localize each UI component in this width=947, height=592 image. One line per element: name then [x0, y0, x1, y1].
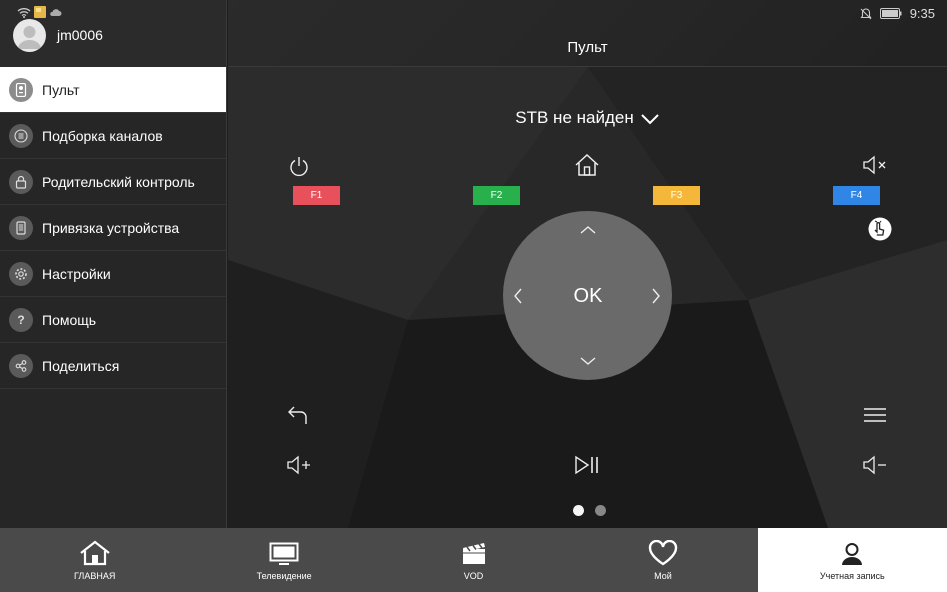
dpad: OK	[503, 211, 672, 380]
status-icons-left	[17, 6, 62, 18]
sidebar-item-label: Настройки	[42, 265, 111, 282]
tv-icon	[269, 542, 299, 565]
touch-mode-button[interactable]	[866, 216, 894, 242]
f4-button[interactable]: F4	[833, 186, 880, 205]
sidebar-item-parental-control[interactable]: Родительский контроль	[0, 159, 226, 205]
sidebar-item-settings[interactable]: Настройки	[0, 251, 226, 297]
bottom-navigation: ГЛАВНАЯ Телевидение VOD Мой Учетная запи…	[0, 528, 947, 592]
sidebar-item-label: Пульт	[42, 81, 80, 98]
share-icon	[9, 353, 33, 378]
chevron-left-icon	[514, 288, 522, 304]
account-icon	[842, 543, 863, 565]
list-icon	[9, 123, 33, 148]
tab-label: ГЛАВНАЯ	[74, 571, 116, 581]
dpad-up-button[interactable]	[575, 217, 601, 243]
help-icon: ?	[9, 307, 33, 332]
page-dot-2[interactable]	[595, 505, 606, 516]
home-icon	[575, 153, 599, 176]
device-selector[interactable]: STB не найден	[228, 108, 947, 128]
dpad-right-button[interactable]	[643, 283, 669, 309]
touch-gesture-icon	[868, 217, 892, 241]
back-button[interactable]	[286, 403, 312, 427]
tab-home[interactable]: ГЛАВНАЯ	[0, 528, 189, 592]
sidebar-item-label: Привязка устройства	[42, 219, 180, 236]
wifi-icon	[17, 7, 31, 18]
sidebar-item-label: Родительский контроль	[42, 173, 195, 190]
heart-icon	[648, 540, 678, 566]
tab-account[interactable]: Учетная запись	[757, 528, 947, 592]
ok-button[interactable]: OK	[553, 281, 623, 311]
chevron-down-icon	[641, 113, 659, 124]
remote-panel: Пульт 9:35 STB не найден F1 F2 F3 F4 OK	[228, 0, 947, 528]
gear-icon	[9, 261, 33, 286]
tab-label: Учетная запись	[819, 571, 885, 581]
f3-button[interactable]: F3	[653, 186, 700, 205]
home-button[interactable]	[573, 152, 601, 178]
clock: 9:35	[909, 6, 935, 21]
avatar[interactable]	[13, 19, 46, 52]
play-pause-icon	[575, 455, 598, 475]
svg-text:?: ?	[17, 313, 24, 327]
user-silhouette-icon	[18, 26, 41, 49]
sidebar-profile: jm0006	[0, 0, 226, 67]
mute-icon	[863, 155, 886, 175]
username: jm0006	[57, 27, 103, 43]
notifications-off-icon	[860, 7, 872, 19]
volume-up-button[interactable]	[285, 453, 313, 477]
notification-image-icon	[34, 6, 46, 18]
chevron-up-icon	[580, 226, 596, 234]
chevron-down-icon	[580, 357, 596, 365]
status-bar-right: 9:35	[860, 6, 935, 21]
header: Пульт	[228, 0, 947, 67]
sidebar-menu: Пульт Подборка каналов Родительский конт…	[0, 67, 226, 389]
mute-button[interactable]	[861, 153, 889, 177]
app-window: jm0006 Пульт Подборка каналов Родительск…	[0, 0, 947, 592]
clapperboard-icon	[462, 543, 485, 564]
sidebar-item-share[interactable]: Поделиться	[0, 343, 226, 389]
f1-button[interactable]: F1	[293, 186, 340, 205]
dpad-left-button[interactable]	[505, 283, 531, 309]
dpad-down-button[interactable]	[575, 348, 601, 374]
tab-label: Мой	[654, 571, 672, 581]
menu-button[interactable]	[862, 404, 888, 426]
power-button[interactable]	[286, 153, 312, 179]
play-pause-button[interactable]	[573, 453, 601, 477]
sidebar-item-channels[interactable]: Подборка каналов	[0, 113, 226, 159]
device-icon	[9, 215, 33, 240]
volume-down-icon	[863, 455, 886, 475]
home-icon	[80, 540, 110, 566]
device-selector-label: STB не найден	[515, 108, 634, 127]
sidebar-item-remote[interactable]: Пульт	[0, 67, 226, 113]
hamburger-menu-icon	[864, 408, 886, 422]
f2-button[interactable]: F2	[473, 186, 520, 205]
tab-vod[interactable]: VOD	[379, 528, 568, 592]
sidebar-item-device-binding[interactable]: Привязка устройства	[0, 205, 226, 251]
back-arrow-icon	[288, 406, 307, 424]
page-title: Пульт	[567, 39, 608, 56]
sidebar-item-label: Подборка каналов	[42, 127, 163, 144]
volume-down-button[interactable]	[861, 453, 889, 477]
volume-up-icon	[287, 455, 310, 475]
page-indicator	[573, 505, 606, 516]
sidebar-item-help[interactable]: ? Помощь	[0, 297, 226, 343]
sidebar: jm0006 Пульт Подборка каналов Родительск…	[0, 0, 227, 528]
page-dot-1[interactable]	[573, 505, 584, 516]
tab-my[interactable]: Мой	[568, 528, 757, 592]
sidebar-item-label: Помощь	[42, 311, 97, 328]
remote-icon	[9, 77, 33, 102]
tab-television[interactable]: Телевидение	[189, 528, 378, 592]
chevron-right-icon	[652, 288, 660, 304]
lock-icon	[9, 169, 33, 194]
cloud-icon	[50, 8, 62, 16]
tab-label: Телевидение	[256, 571, 312, 581]
battery-icon	[879, 8, 902, 19]
sidebar-item-label: Поделиться	[42, 357, 120, 374]
tab-label: VOD	[463, 571, 484, 581]
power-icon	[290, 157, 308, 177]
